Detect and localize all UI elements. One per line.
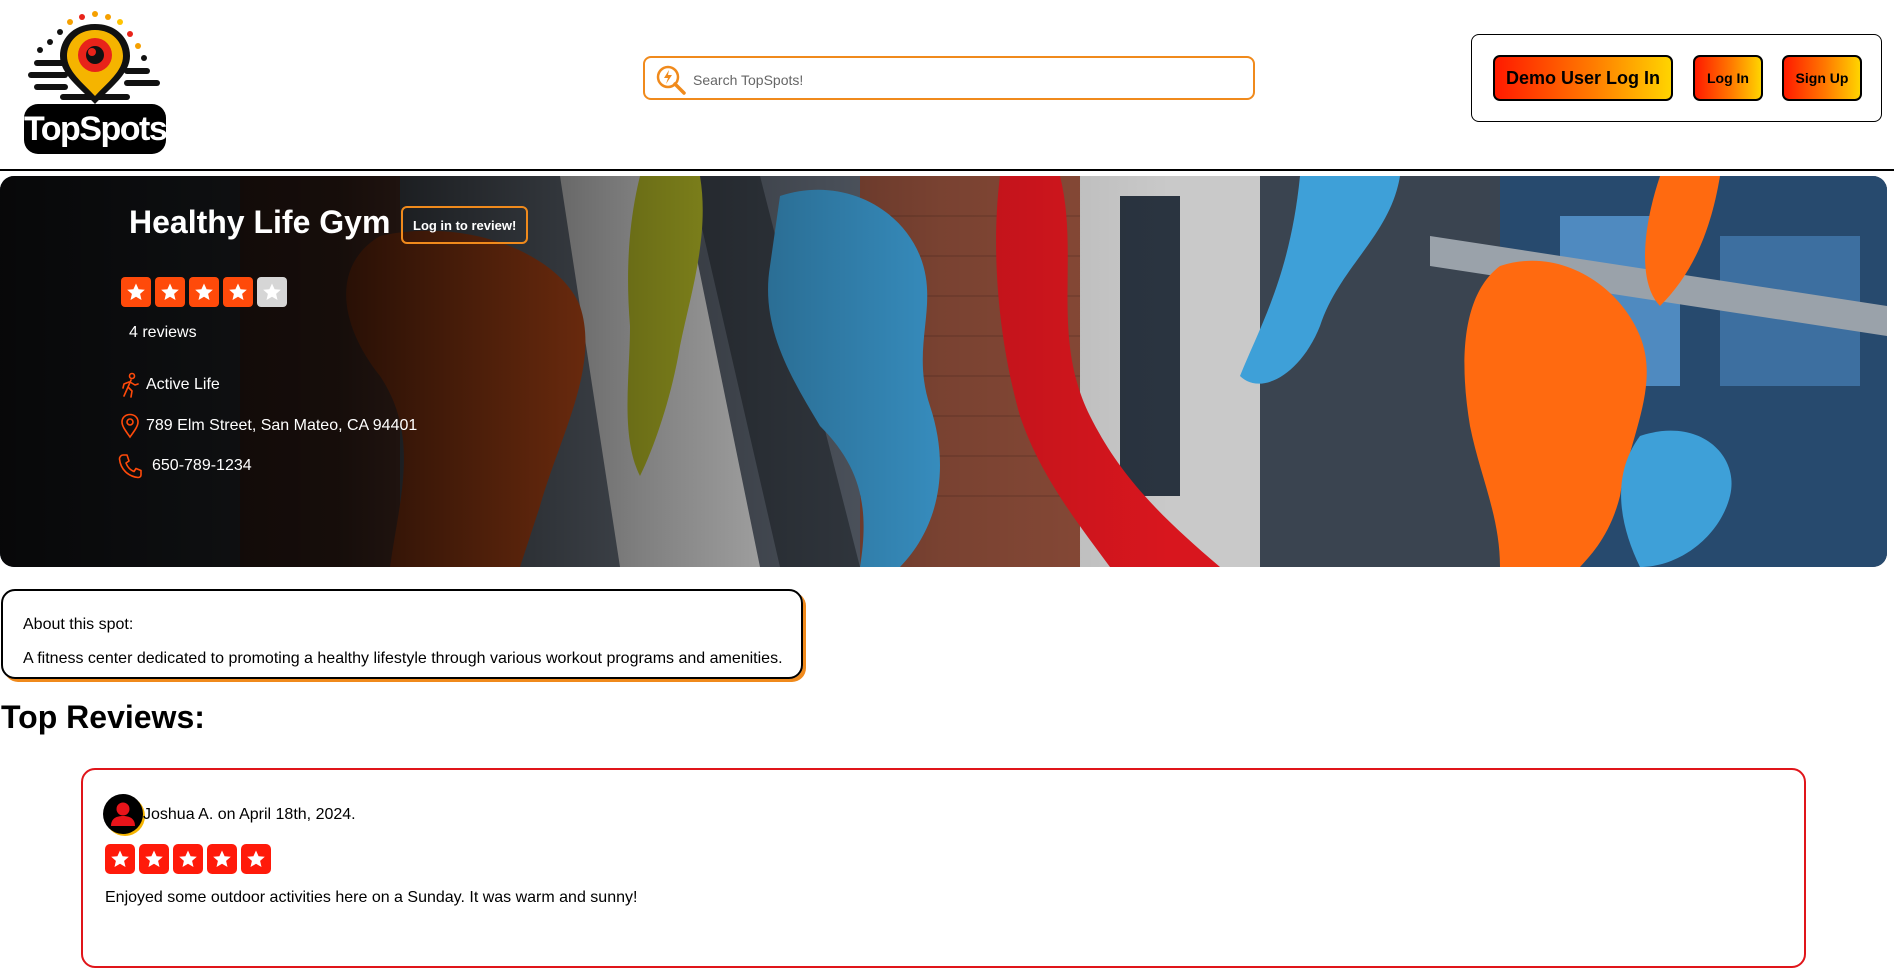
login-button[interactable]: Log In [1693, 55, 1763, 101]
spot-rating-stars [121, 277, 287, 307]
rating-star-filled [189, 277, 219, 307]
review-star-filled [139, 844, 169, 874]
review-star-filled [105, 844, 135, 874]
auth-buttons: Demo User Log In Log In Sign Up [1471, 34, 1882, 122]
walking-person-icon [122, 372, 139, 398]
phone-icon [118, 454, 142, 479]
category-label: Active Life [146, 376, 220, 393]
about-label: About this spot: [23, 616, 134, 633]
spot-name: Healthy Life Gym [129, 204, 391, 240]
rating-star-filled [223, 277, 253, 307]
star-icon [179, 850, 197, 867]
star-icon [263, 283, 281, 300]
star-icon [111, 850, 129, 867]
logo-wordmark: TopSpots [24, 104, 168, 154]
star-icon [213, 850, 231, 867]
review-text: Enjoyed some outdoor activities here on … [105, 889, 638, 906]
review-card: Joshua A. on April 18th, 2024. Enjoyed s… [81, 768, 1806, 968]
review-star-filled [241, 844, 271, 874]
review-author-date: Joshua A. on April 18th, 2024. [143, 806, 356, 823]
about-description: A fitness center dedicated to promoting … [23, 650, 783, 667]
star-icon [195, 283, 213, 300]
review-star-filled [173, 844, 203, 874]
user-avatar [103, 794, 143, 834]
phone-label: 650-789-1234 [152, 457, 252, 474]
search-input[interactable] [691, 66, 1245, 94]
spot-category: Active Life [118, 372, 220, 398]
search-icon[interactable] [655, 65, 687, 95]
review-rating-stars [105, 844, 271, 874]
search-bar[interactable] [643, 56, 1255, 100]
demo-login-button[interactable]: Demo User Log In [1493, 55, 1673, 101]
logo-pin-graphic [28, 11, 160, 104]
rating-star-empty [257, 277, 287, 307]
review-star-filled [207, 844, 237, 874]
review-count: 4 reviews [129, 324, 197, 341]
spot-phone: 650-789-1234 [118, 453, 252, 479]
user-icon [111, 802, 135, 826]
spot-address: 789 Elm Street, San Mateo, CA 94401 [118, 413, 417, 439]
star-icon [247, 850, 265, 867]
map-pin-icon [121, 413, 139, 439]
rating-star-filled [155, 277, 185, 307]
site-header: TopSpots Demo User Log In Log In Sign Up [0, 0, 1894, 171]
star-icon [145, 850, 163, 867]
star-icon [161, 283, 179, 300]
address-label: 789 Elm Street, San Mateo, CA 94401 [146, 417, 418, 434]
spot-hero-banner: Healthy Life Gym Log in to review! 4 rev… [0, 176, 1887, 567]
star-icon [229, 283, 247, 300]
login-to-review-button[interactable]: Log in to review! [401, 206, 529, 244]
about-spot-card: About this spot: A fitness center dedica… [1, 589, 803, 679]
signup-button[interactable]: Sign Up [1782, 55, 1862, 101]
top-reviews-heading: Top Reviews: [1, 699, 205, 735]
rating-star-filled [121, 277, 151, 307]
topspots-logo[interactable]: TopSpots [20, 8, 170, 154]
star-icon [127, 283, 145, 300]
